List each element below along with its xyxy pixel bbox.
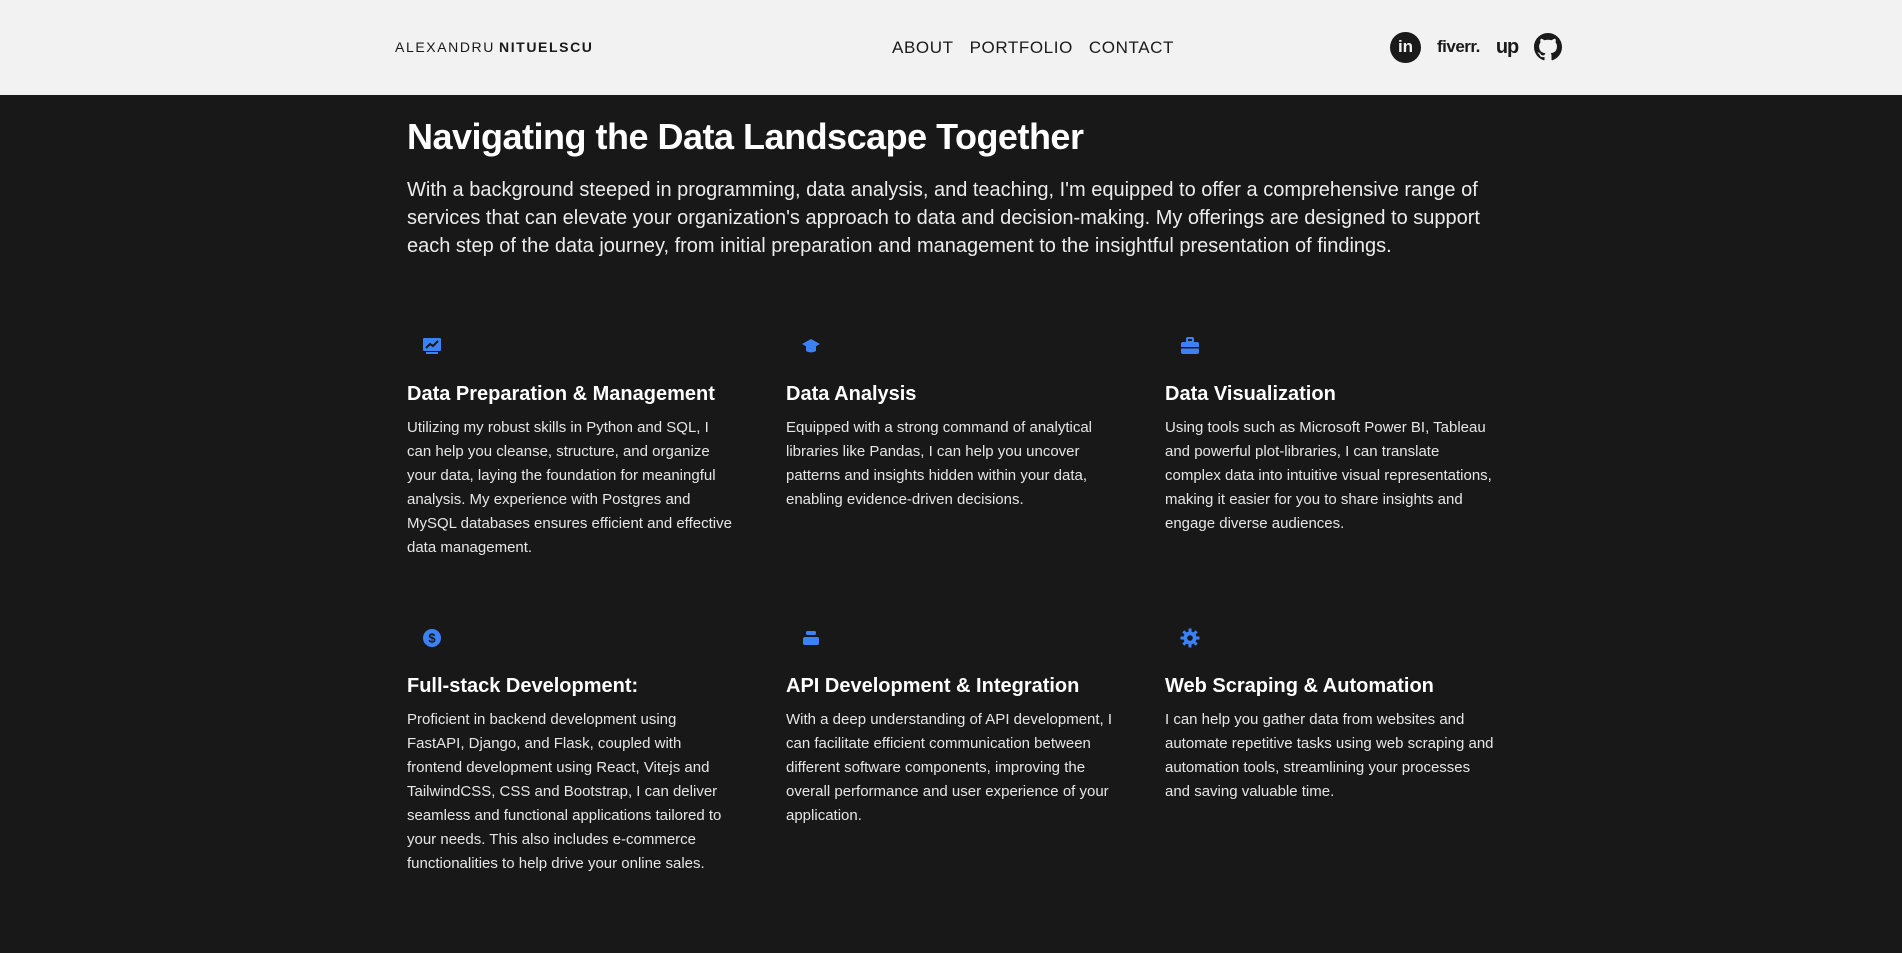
chart-icon	[421, 335, 443, 357]
service-description: I can help you gather data from websites…	[1165, 711, 1494, 800]
nav-link-portfolio[interactable]: PORTFOLIO	[970, 38, 1073, 58]
service-card-data-preparation: Data Preparation & Management Utilizing …	[407, 335, 737, 560]
service-title: Web Scraping & Automation	[1165, 675, 1434, 697]
social-links: in fiverr. up	[1390, 31, 1563, 63]
hero-description: With a background steeped in programming…	[407, 179, 1480, 257]
svg-text:$: $	[428, 631, 436, 646]
service-description: Using tools such as Microsoft Power BI, …	[1165, 419, 1492, 532]
service-description: With a deep understanding of API develop…	[786, 711, 1113, 824]
service-card-full-stack: $ Full-stack Development: Proficient in …	[407, 627, 737, 876]
service-title: Data Analysis	[786, 383, 917, 405]
service-description: Utilizing my robust skills in Python and…	[407, 419, 732, 556]
github-icon[interactable]	[1534, 33, 1563, 61]
brand-first-name: ALEXANDRU	[395, 39, 495, 55]
dollar-circle-icon: $	[421, 627, 443, 649]
gear-icon	[1179, 627, 1201, 649]
service-title: Full-stack Development:	[407, 675, 639, 697]
linkedin-icon[interactable]: in	[1390, 31, 1421, 63]
top-navigation-bar: ALEXANDRU NITUELSCU ABOUT PORTFOLIO CONTA…	[0, 0, 1902, 95]
service-card-api-development: API Development & Integration With a dee…	[786, 627, 1116, 828]
service-card-data-analysis: Data Analysis Equipped with a strong com…	[786, 335, 1116, 512]
stack-icon	[800, 627, 822, 649]
service-title: Data Visualization	[1165, 383, 1336, 405]
page-title: Navigating the Data Landscape Together	[407, 116, 1084, 157]
service-card-web-scraping: Web Scraping & Automation I can help you…	[1165, 627, 1495, 804]
graduation-cap-icon	[800, 335, 822, 357]
main-nav: ABOUT PORTFOLIO CONTACT	[892, 38, 1174, 58]
brand-logo[interactable]: ALEXANDRU NITUELSCU	[395, 39, 594, 55]
fiverr-icon[interactable]: fiverr.	[1437, 37, 1480, 57]
brand-last-name: NITUELSCU	[498, 39, 594, 55]
service-description: Proficient in backend development using …	[407, 711, 722, 872]
nav-link-contact[interactable]: CONTACT	[1089, 38, 1174, 58]
service-title: API Development & Integration	[786, 675, 1080, 697]
briefcase-icon	[1179, 335, 1201, 357]
upwork-icon[interactable]: up	[1496, 36, 1519, 59]
service-title: Data Preparation & Management	[407, 383, 715, 405]
service-description: Equipped with a strong command of analyt…	[786, 419, 1093, 508]
service-card-data-visualization: Data Visualization Using tools such as M…	[1165, 335, 1495, 536]
nav-link-about[interactable]: ABOUT	[892, 38, 954, 58]
